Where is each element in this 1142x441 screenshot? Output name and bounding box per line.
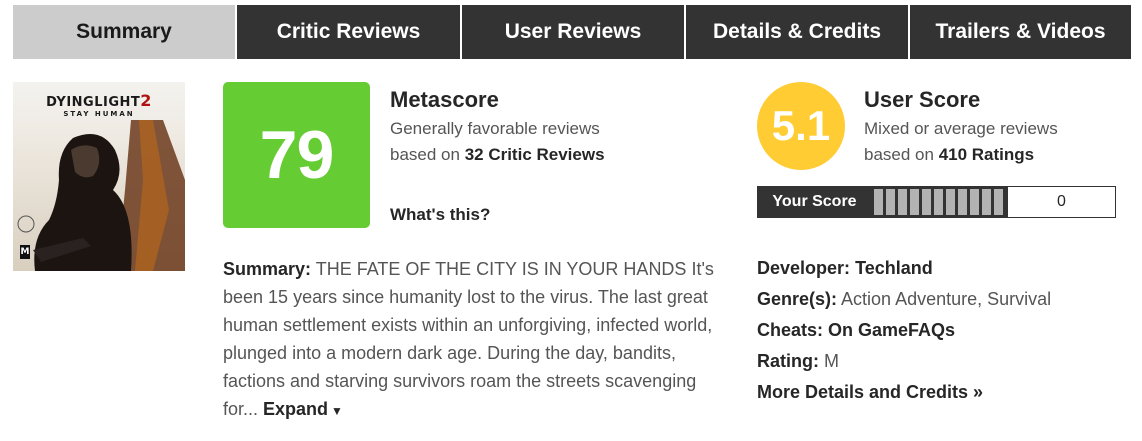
metascore-badge[interactable]: 79 [223,82,370,228]
cheats-label: Cheats: [757,320,824,340]
tab-bar: Summary Critic Reviews User Reviews Deta… [13,5,1131,59]
game-details: Developer: Techland Genre(s): Action Adv… [757,253,1051,408]
whats-this-link[interactable]: What's this? [390,205,490,225]
score-option[interactable] [970,189,979,215]
metascore-title: Metascore [390,87,499,112]
user-score-badge[interactable]: 5.1 [757,82,845,170]
game-summary: Summary: THE FATE OF THE CITY IS IN YOUR… [223,255,728,425]
score-option[interactable] [946,189,955,215]
more-details-link[interactable]: More Details and Credits » [757,382,983,402]
caret-down-icon: ▼ [331,404,343,418]
cheats-link[interactable]: On GameFAQs [828,320,955,340]
genres-value: Action Adventure, Survival [841,289,1052,309]
rating-row: Rating: M [757,346,1051,377]
user-score-description: Mixed or average reviews [864,119,1058,138]
rating-value: M [824,351,840,371]
developer-link[interactable]: Techland [855,258,933,278]
score-option[interactable] [982,189,991,215]
tab-details-credits[interactable]: Details & Credits [684,5,908,59]
summary-label: Summary: [223,259,312,279]
your-score-value: 0 [1008,187,1115,217]
genres-row: Genre(s): Action Adventure, Survival [757,284,1051,315]
user-score-title: User Score [864,87,981,112]
tab-critic-reviews[interactable]: Critic Reviews [235,5,460,59]
summary-text: THE FATE OF THE CITY IS IN YOUR HANDS It… [223,259,714,419]
score-option[interactable] [958,189,967,215]
esrb-rating-badge: M [20,245,30,259]
cover-subtitle: STAY HUMAN [63,110,135,118]
score-option[interactable] [994,189,1003,215]
rating-label: Rating: [757,351,819,371]
tab-user-reviews[interactable]: User Reviews [460,5,684,59]
score-option[interactable] [898,189,907,215]
cover-artwork [13,120,185,271]
score-option[interactable] [922,189,931,215]
cheats-row: Cheats: On GameFAQs [757,315,1051,346]
metascore-description: Generally favorable reviews [390,119,600,138]
score-option[interactable] [934,189,943,215]
user-ratings-link[interactable]: 410 Ratings [939,145,1034,164]
expand-button[interactable]: Expand ▼ [263,399,343,419]
more-details-row: More Details and Credits » [757,377,1051,408]
user-score-based-on: based on 410 Ratings [864,145,1035,164]
cover-logo: DYINGLIGHT2 [46,91,152,110]
score-selector [872,186,1005,218]
developer-label: Developer: [757,258,851,278]
critic-reviews-link[interactable]: 32 Critic Reviews [465,145,605,164]
genres-label: Genre(s): [757,289,838,309]
tab-summary[interactable]: Summary [13,5,235,59]
metascore-based-on: based on 32 Critic Reviews [390,145,605,164]
developer-row: Developer: Techland [757,253,1051,284]
tab-trailers-videos[interactable]: Trailers & Videos [908,5,1131,59]
score-option[interactable] [874,189,883,215]
your-score-widget: Your Score 0 [757,186,1116,218]
your-score-label: Your Score [772,193,857,210]
score-option[interactable] [910,189,919,215]
game-cover-image[interactable]: DYINGLIGHT2 STAY HUMAN M [13,82,185,271]
score-option[interactable] [886,189,895,215]
